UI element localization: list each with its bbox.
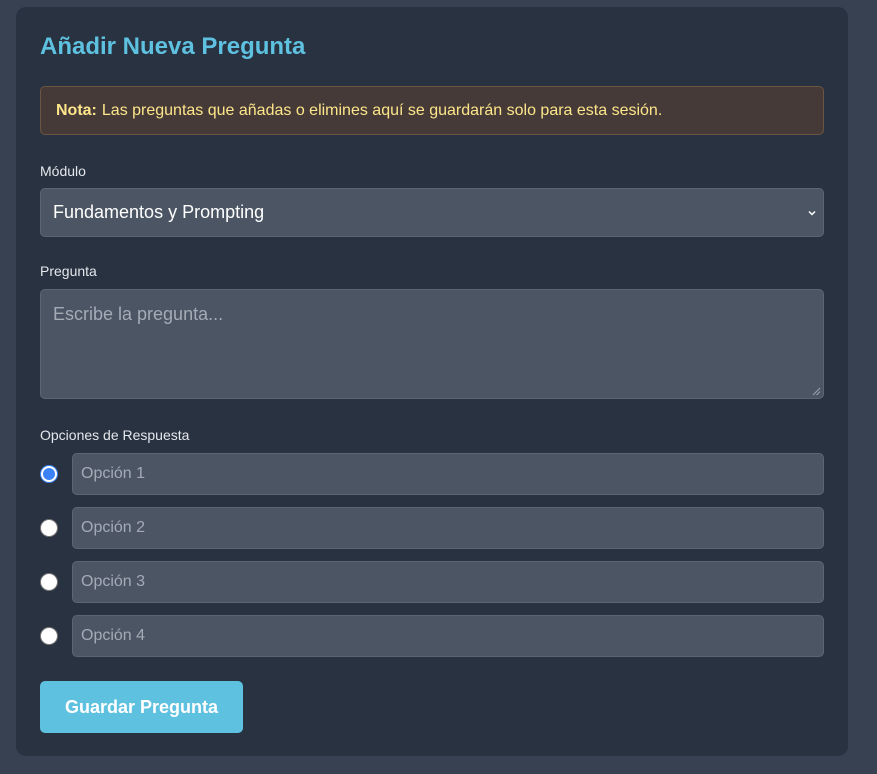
question-textarea[interactable]: Escribe la pregunta... xyxy=(40,289,824,399)
option-4-placeholder: Opción 4 xyxy=(81,627,146,644)
option-4-input[interactable]: Opción 4 xyxy=(72,615,824,657)
option-4-radio[interactable] xyxy=(40,627,58,645)
module-select[interactable]: Fundamentos y Prompting xyxy=(40,188,824,237)
option-1-input[interactable]: Opción 1 xyxy=(72,453,824,495)
option-1-radio[interactable] xyxy=(40,465,58,483)
chevron-down-icon xyxy=(808,210,816,216)
option-row: Opción 4 xyxy=(40,615,824,657)
option-2-input[interactable]: Opción 2 xyxy=(72,507,824,549)
option-2-placeholder: Opción 2 xyxy=(81,519,146,536)
resize-handle-icon[interactable] xyxy=(812,387,821,396)
module-selected-value: Fundamentos y Prompting xyxy=(53,202,265,222)
session-note: Nota: Las preguntas que añadas o elimine… xyxy=(40,86,824,135)
options-label: Opciones de Respuesta xyxy=(40,427,190,443)
question-label: Pregunta xyxy=(40,263,97,279)
option-row: Opción 3 xyxy=(40,561,824,603)
option-2-radio[interactable] xyxy=(40,519,58,537)
option-1-placeholder: Opción 1 xyxy=(81,465,146,482)
note-text: Las preguntas que añadas o elimines aquí… xyxy=(101,101,663,119)
save-question-button[interactable]: Guardar Pregunta xyxy=(40,681,243,733)
option-row: Opción 1 xyxy=(40,453,824,495)
option-row: Opción 2 xyxy=(40,507,824,549)
option-3-placeholder: Opción 3 xyxy=(81,573,146,590)
note-label: Nota: xyxy=(56,101,97,119)
question-placeholder: Escribe la pregunta... xyxy=(53,304,224,324)
option-3-radio[interactable] xyxy=(40,573,58,591)
option-3-input[interactable]: Opción 3 xyxy=(72,561,824,603)
add-question-card: Añadir Nueva Pregunta Nota: Las pregunta… xyxy=(16,7,848,756)
page-title: Añadir Nueva Pregunta xyxy=(40,33,306,60)
module-label: Módulo xyxy=(40,163,86,179)
